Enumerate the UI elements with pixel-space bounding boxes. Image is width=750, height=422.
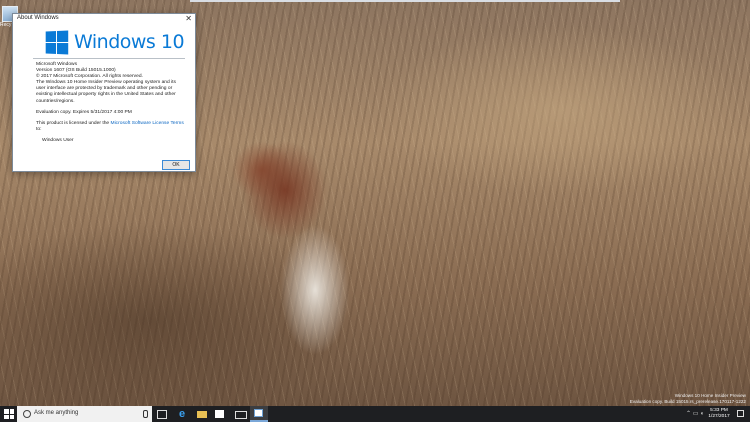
- about-windows-dialog: About Windows ✕ Windows 10 Microsoft Win…: [12, 13, 196, 172]
- clock[interactable]: 5:33 PM 1/27/2017: [704, 408, 734, 420]
- ok-button[interactable]: OK: [162, 160, 190, 170]
- mail-icon[interactable]: [235, 411, 247, 419]
- divider: [33, 58, 185, 59]
- dialog-title: About Windows: [17, 15, 59, 21]
- license-prefix: This product is licensed under the: [36, 120, 111, 126]
- info-text: Microsoft Windows Version 1607 (OS Build…: [36, 62, 186, 144]
- logo-text: Windows 10: [74, 31, 185, 53]
- watermark-line-2: Evaluation copy. Build 15015.rs_prerelea…: [629, 398, 746, 404]
- close-button[interactable]: ✕: [185, 14, 192, 23]
- microphone-icon[interactable]: [143, 410, 148, 418]
- notification-icon[interactable]: [737, 410, 744, 417]
- about-windows-icon: [254, 409, 263, 417]
- edge-icon[interactable]: e: [179, 409, 189, 420]
- about-windows-taskbar-button[interactable]: [250, 406, 268, 422]
- top-window-edge: [190, 0, 620, 2]
- license-text: This product is licensed under the Micro…: [36, 121, 186, 133]
- search-input[interactable]: Ask me anything: [17, 406, 152, 422]
- legal-text: The Windows 10 Home Insider Preview oper…: [36, 80, 176, 104]
- license-terms-link[interactable]: Microsoft Software License Terms: [111, 121, 184, 126]
- store-icon[interactable]: [215, 410, 224, 418]
- start-icon[interactable]: [4, 409, 14, 419]
- taskbar: Ask me anything e ⌃ ▭ ◖ 5:33 PM 1/27/201…: [0, 406, 750, 422]
- search-placeholder: Ask me anything: [34, 410, 79, 416]
- desktop-watermark: Windows 10 Home Insider Preview Evaluati…: [630, 393, 746, 404]
- clock-date: 1/27/2017: [708, 414, 730, 419]
- license-suffix: to:: [36, 126, 42, 132]
- title-bar[interactable]: About Windows ✕: [13, 14, 195, 24]
- task-view-icon[interactable]: [157, 410, 167, 419]
- windows-flag-icon: [45, 30, 69, 54]
- system-tray-icons[interactable]: ⌃ ▭ ◖: [686, 410, 704, 417]
- search-icon: [23, 410, 31, 418]
- windows-logo: Windows 10: [45, 30, 185, 54]
- file-explorer-icon[interactable]: [197, 411, 207, 418]
- licensee-name: Windows User: [42, 137, 74, 143]
